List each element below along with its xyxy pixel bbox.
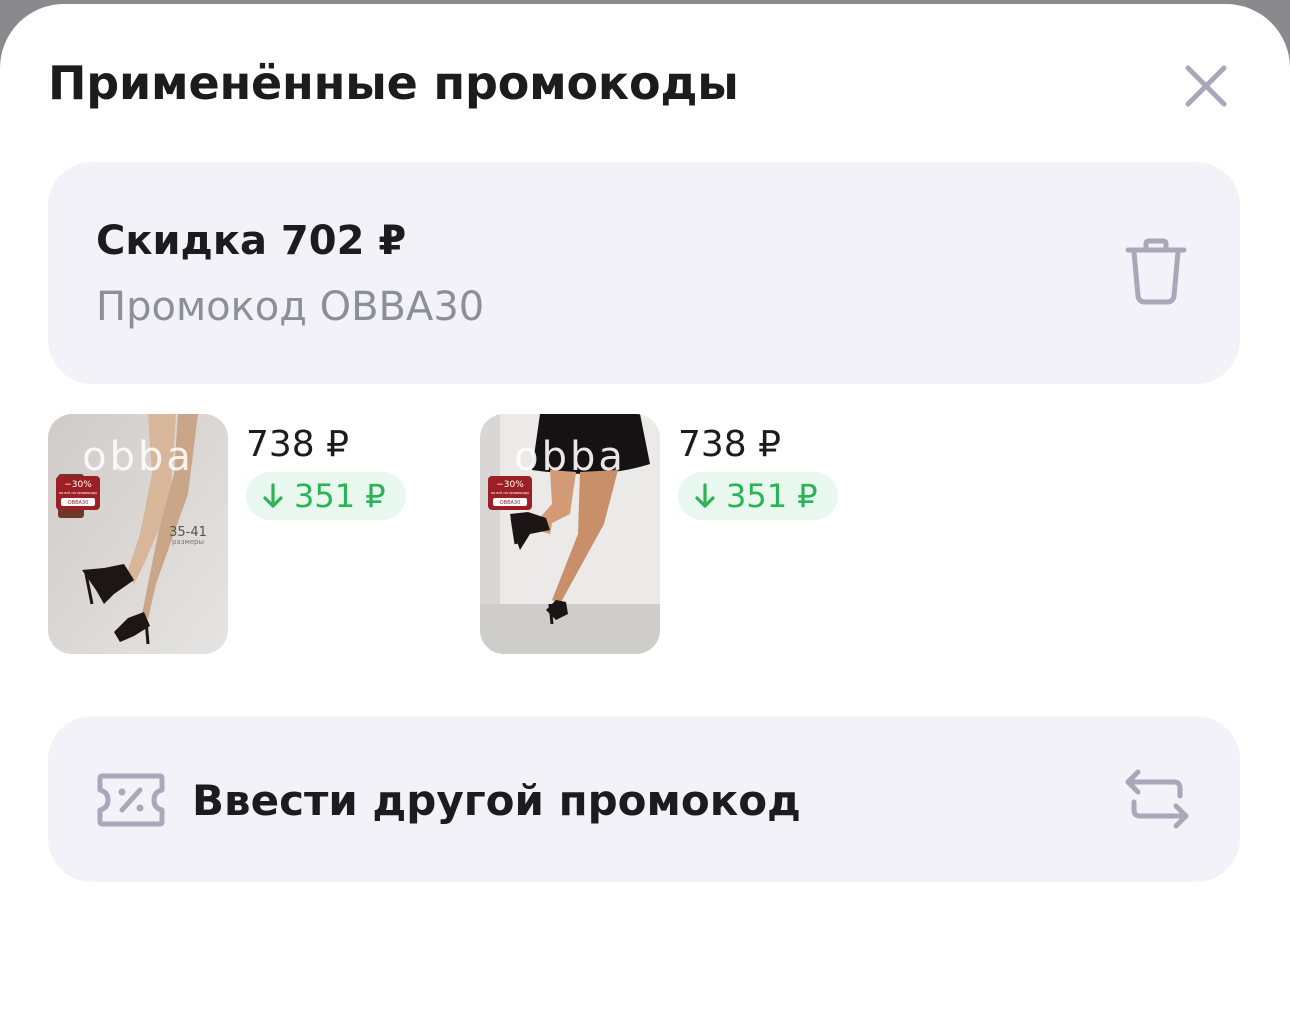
- promo-code-label: Промокод OBBA30: [96, 284, 485, 330]
- discount-value: 351 ₽: [726, 477, 818, 515]
- close-icon: [1185, 65, 1227, 107]
- product-price: 738 ₽: [246, 424, 350, 465]
- discount-value: 351 ₽: [294, 477, 386, 515]
- sheet-title: Применённые промокоды: [48, 56, 739, 110]
- arrow-down-icon: [695, 483, 715, 508]
- sizes-caption: размеры: [172, 538, 204, 546]
- product-image[interactable]: −30% на всё по промокоду OBBA30 obba: [480, 414, 660, 654]
- badge-line: на всё по промокоду: [491, 491, 530, 495]
- discount-badge: 351 ₽: [678, 472, 838, 520]
- product-price: 738 ₽: [678, 424, 782, 465]
- brand-logo: obba: [514, 434, 626, 480]
- delete-promo-button[interactable]: [1124, 238, 1188, 306]
- badge-code: OBBA30: [500, 500, 521, 506]
- arrow-down-icon: [263, 483, 283, 508]
- swap-arrows-icon: [1125, 769, 1189, 829]
- discount-badge: 351 ₽: [246, 472, 406, 520]
- badge-percent: −30%: [64, 480, 92, 490]
- badge-line: на всё по промокоду: [59, 491, 98, 495]
- badge-code: OBBA30: [68, 500, 89, 506]
- coupon-percent-icon: [97, 773, 165, 827]
- enter-other-promo-button[interactable]: Ввести другой промокод: [48, 716, 1240, 882]
- product-image[interactable]: −30% на всё по промокоду OBBA30 obba 35-…: [48, 414, 228, 654]
- enter-other-promo-label: Ввести другой промокод: [192, 776, 801, 825]
- close-button[interactable]: [1176, 56, 1236, 116]
- trash-icon: [1125, 238, 1187, 305]
- product-item: −30% на всё по промокоду OBBA30 obba 738…: [480, 414, 880, 656]
- applied-promo-card: Скидка 702 ₽ Промокод OBBA30: [48, 162, 1240, 384]
- discount-amount: Скидка 702 ₽: [96, 218, 407, 264]
- brand-logo: obba: [82, 434, 194, 480]
- promo-codes-sheet: Применённые промокоды Скидка 702 ₽ Промо…: [0, 4, 1290, 1018]
- product-item: −30% на всё по промокоду OBBA30 obba 35-…: [48, 414, 448, 656]
- badge-percent: −30%: [496, 480, 524, 490]
